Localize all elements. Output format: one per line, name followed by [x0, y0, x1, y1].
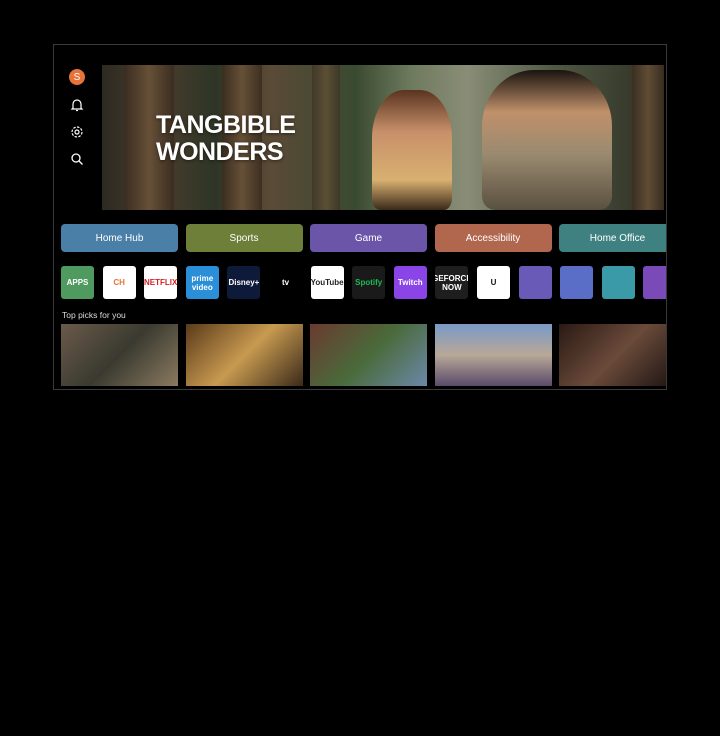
- app-label: U: [490, 278, 497, 287]
- hero-woman: [372, 90, 452, 210]
- app-tile-netflix[interactable]: NETFLIX: [144, 266, 178, 299]
- category-accessibility[interactable]: Accessibility: [434, 224, 552, 252]
- gear-icon[interactable]: [68, 123, 86, 141]
- app-tile-app11[interactable]: [518, 266, 552, 299]
- app-label: YouTube: [310, 278, 344, 287]
- hero-man: [482, 70, 612, 210]
- app-label: Twitch: [397, 278, 423, 287]
- category-home-hub[interactable]: Home Hub: [61, 224, 178, 252]
- app-tile-geforce-now[interactable]: GEFORCE NOW: [435, 266, 469, 299]
- app-label: Disney+: [228, 278, 260, 287]
- category-label: Sports: [229, 232, 259, 244]
- bell-icon[interactable]: [68, 96, 86, 114]
- app-tile-app14[interactable]: [643, 266, 666, 299]
- app-tile-prime-video[interactable]: prime video: [185, 266, 219, 299]
- app-label: NETFLIX: [144, 278, 178, 287]
- app-tile-youtube[interactable]: YouTube: [310, 266, 344, 299]
- top-pick-thumbnail[interactable]: [434, 324, 552, 386]
- app-label: Spotify: [355, 278, 383, 287]
- app-label: GEFORCE NOW: [435, 273, 468, 292]
- app-label: prime video: [191, 273, 214, 292]
- app-label: tv: [281, 278, 290, 287]
- app-tile-app13[interactable]: [601, 266, 635, 299]
- hero-title: TANGBIBLE WONDERS: [156, 111, 296, 166]
- app-tile-tv[interactable]: tv: [269, 266, 302, 299]
- tv-screen: S TANGBIBLE WONDERS Top picks for you Hom…: [53, 44, 667, 390]
- category-sports[interactable]: Sports: [185, 224, 303, 252]
- top-pick-thumbnail[interactable]: [559, 324, 666, 386]
- app-tile-spotify[interactable]: Spotify: [352, 266, 386, 299]
- category-label: Game: [354, 232, 383, 244]
- category-label: Accessibility: [465, 232, 521, 244]
- app-label: APPS: [66, 278, 89, 287]
- category-label: Home Office: [589, 232, 646, 244]
- app-tile-twitch[interactable]: Twitch: [393, 266, 427, 299]
- hero-banner[interactable]: TANGBIBLE WONDERS: [102, 65, 664, 210]
- profile-avatar[interactable]: S: [69, 69, 85, 85]
- top-picks-heading: Top picks for you: [62, 310, 126, 320]
- top-pick-thumbnail[interactable]: [310, 324, 427, 386]
- app-label: CH: [113, 278, 125, 287]
- app-tile-disney+[interactable]: Disney+: [227, 266, 261, 299]
- app-tile-app12[interactable]: [560, 266, 594, 299]
- app-tile-u[interactable]: U: [477, 266, 510, 299]
- app-tile-ch[interactable]: CH: [102, 266, 136, 299]
- top-pick-thumbnail[interactable]: [185, 324, 303, 386]
- category-game[interactable]: Game: [310, 224, 427, 252]
- app-tile-apps[interactable]: APPS: [61, 266, 94, 299]
- search-icon[interactable]: [68, 150, 86, 168]
- category-label: Home Hub: [95, 232, 144, 244]
- top-pick-thumbnail[interactable]: [61, 324, 178, 386]
- category-home-office[interactable]: Home Office: [559, 224, 666, 252]
